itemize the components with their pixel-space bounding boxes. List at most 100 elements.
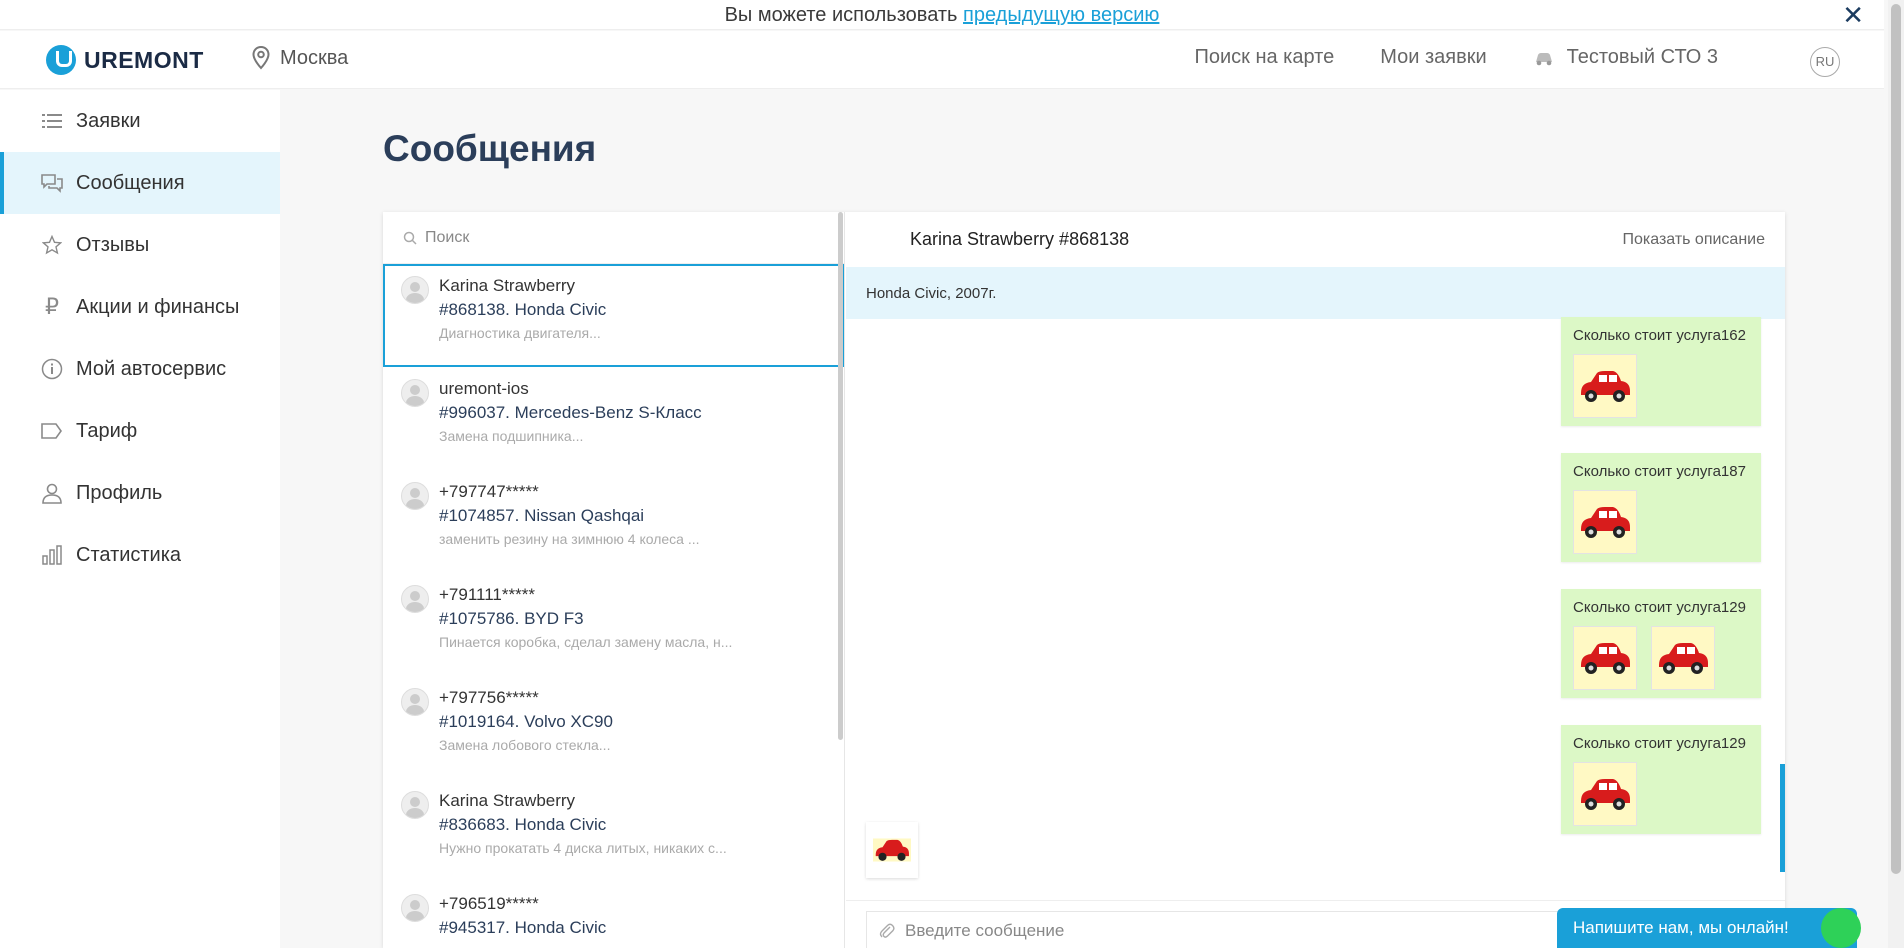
search-icon	[403, 231, 417, 245]
sidebar-item-tariff[interactable]: Тариф	[0, 400, 280, 462]
page-scrollbar-thumb[interactable]	[1891, 4, 1901, 874]
conversation-item[interactable]: Karina Strawberry #836683. Honda Civic Н…	[383, 779, 844, 882]
avatar	[401, 482, 429, 510]
sidebar-item-my-service[interactable]: Мой автосервис	[0, 338, 280, 400]
conversation-name: Karina Strawberry	[439, 791, 576, 810]
message-list: Сколько стоит услуга162 Сколько стоит ус…	[846, 317, 1785, 889]
messages-panel: Поиск Karina Strawberry #868138. Honda C…	[383, 212, 1785, 948]
car-service-icon	[1535, 52, 1552, 65]
sidebar-item-label: Сообщения	[76, 171, 185, 194]
conversation-item[interactable]: Karina Strawberry #868138. Honda Civic Д…	[383, 264, 844, 367]
avatar	[401, 276, 429, 304]
conversation-desc: Замена подшипника...	[439, 428, 584, 444]
conversation-name: +791111*****	[439, 585, 535, 604]
message-bubble: Сколько стоит услуга187	[1561, 453, 1761, 562]
header: UREMONT Москва Поиск на карте Мои заявки…	[0, 31, 1884, 89]
message-text: Сколько стоит услуга187	[1573, 463, 1746, 480]
sidebar-item-label: Мой автосервис	[76, 357, 227, 380]
message-text: Сколько стоит услуга129	[1573, 735, 1746, 752]
avatar	[401, 688, 429, 716]
close-icon[interactable]: ✕	[1842, 0, 1864, 30]
star-icon	[40, 233, 64, 257]
conversation-item[interactable]: +797756***** #1019164. Volvo XC90 Замена…	[383, 676, 844, 779]
language-switch[interactable]: RU	[1810, 47, 1840, 77]
car-image[interactable]	[1651, 626, 1715, 690]
sidebar-item-profile[interactable]: Профиль	[0, 462, 280, 524]
ruble-icon: ₽	[45, 294, 59, 319]
conversation-order: #836683. Honda Civic	[439, 815, 607, 834]
conversation-item[interactable]: +796519***** #945317. Honda Civic	[383, 882, 844, 948]
version-notice: Вы можете использовать предыдущую версию…	[0, 0, 1884, 30]
page-title: Сообщения	[383, 128, 597, 169]
conversation-desc: Пинается коробка, сделал замену масла, н…	[439, 634, 733, 650]
sidebar: Заявки Сообщения Отзывы ₽ Акции и финанс…	[0, 90, 280, 948]
conversation-item[interactable]: +791111***** #1075786. BYD F3 Пинается к…	[383, 573, 844, 676]
chat-window: Karina Strawberry #868138 Показать описа…	[846, 212, 1785, 948]
car-image[interactable]	[1573, 490, 1637, 554]
conversation-item[interactable]: uremont-ios #996037. Mercedes-Benz S-Кла…	[383, 367, 844, 470]
sidebar-item-requests[interactable]: Заявки	[0, 90, 280, 152]
info-icon	[40, 357, 64, 381]
sidebar-item-messages[interactable]: Сообщения	[0, 152, 280, 214]
conversation-order: #945317. Honda Civic	[439, 918, 607, 937]
sidebar-item-finance[interactable]: ₽ Акции и финансы	[0, 276, 280, 338]
conversation-list: Поиск Karina Strawberry #868138. Honda C…	[383, 212, 845, 948]
previous-version-link[interactable]: предыдущую версию	[963, 4, 1159, 26]
my-requests-link[interactable]: Мои заявки	[1380, 46, 1486, 69]
avatar	[401, 379, 429, 407]
paperclip-icon[interactable]	[879, 922, 895, 940]
avatar	[401, 791, 429, 819]
message-text: Сколько стоит услуга162	[1573, 327, 1746, 344]
conversation-name: uremont-ios	[439, 379, 529, 398]
conversation-name: +796519*****	[439, 894, 539, 913]
help-label: Напишите нам, мы онлайн!	[1573, 918, 1789, 937]
sidebar-item-label: Отзывы	[76, 233, 150, 256]
search-placeholder: Поиск	[425, 228, 470, 246]
tag-icon	[40, 419, 64, 443]
page-scrollbar[interactable]	[1888, 0, 1904, 948]
city-selector[interactable]: Москва	[252, 46, 348, 70]
conversation-order: #1075786. BYD F3	[439, 609, 584, 628]
conversation-order: #1019164. Volvo XC90	[439, 712, 613, 731]
sto-account[interactable]: Тестовый СТО 3	[1533, 46, 1764, 69]
avatar	[401, 894, 429, 922]
conversation-name: +797747*****	[439, 482, 539, 501]
chat-scrollbar[interactable]	[1780, 764, 1785, 872]
online-status-icon	[1821, 908, 1861, 948]
message-text: Сколько стоит услуга129	[1573, 599, 1746, 616]
sidebar-item-reviews[interactable]: Отзывы	[0, 214, 280, 276]
sidebar-item-label: Тариф	[76, 419, 138, 442]
sidebar-item-label: Заявки	[76, 109, 141, 132]
online-chat-button[interactable]: Напишите нам, мы онлайн!	[1557, 908, 1861, 948]
chat-title: Karina Strawberry #868138	[910, 229, 1130, 249]
conversation-desc: Нужно прокатать 4 диска литых, никаких с…	[439, 840, 727, 856]
incoming-image[interactable]	[866, 822, 918, 878]
list-scrollbar[interactable]	[838, 212, 843, 740]
conversation-order: #996037. Mercedes-Benz S-Класс	[439, 403, 702, 422]
conversation-name: +797756*****	[439, 688, 539, 707]
logo[interactable]: UREMONT	[46, 45, 204, 75]
map-search-link[interactable]: Поиск на карте	[1194, 46, 1334, 69]
car-image[interactable]	[1573, 354, 1637, 418]
message-bubble: Сколько стоит услуга162	[1561, 317, 1761, 426]
logo-mark-icon	[46, 45, 76, 75]
sidebar-item-label: Профиль	[76, 481, 163, 504]
chart-icon	[40, 543, 64, 567]
logo-text: UREMONT	[84, 46, 204, 73]
chat-header: Karina Strawberry #868138 Показать описа…	[846, 212, 1785, 267]
sidebar-item-statistics[interactable]: Статистика	[0, 524, 280, 586]
conversation-name: Karina Strawberry	[439, 276, 576, 295]
sto-name: Тестовый СТО 3	[1566, 46, 1718, 68]
message-bubble: Сколько стоит услуга129	[1561, 589, 1761, 698]
avatar	[401, 585, 429, 613]
conversation-order: #1074857. Nissan Qashqai	[439, 506, 645, 525]
sidebar-item-label: Акции и финансы	[76, 295, 240, 318]
show-description-button[interactable]: Показать описание	[1622, 231, 1765, 249]
sidebar-item-label: Статистика	[76, 543, 182, 566]
message-bubble: Сколько стоит услуга129	[1561, 725, 1761, 834]
car-image[interactable]	[1573, 626, 1637, 690]
conversation-item[interactable]: +797747***** #1074857. Nissan Qashqai за…	[383, 470, 844, 573]
car-image[interactable]	[1573, 762, 1637, 826]
search-input[interactable]: Поиск	[383, 212, 844, 264]
conversation-order: #868138. Honda Civic	[439, 300, 607, 319]
